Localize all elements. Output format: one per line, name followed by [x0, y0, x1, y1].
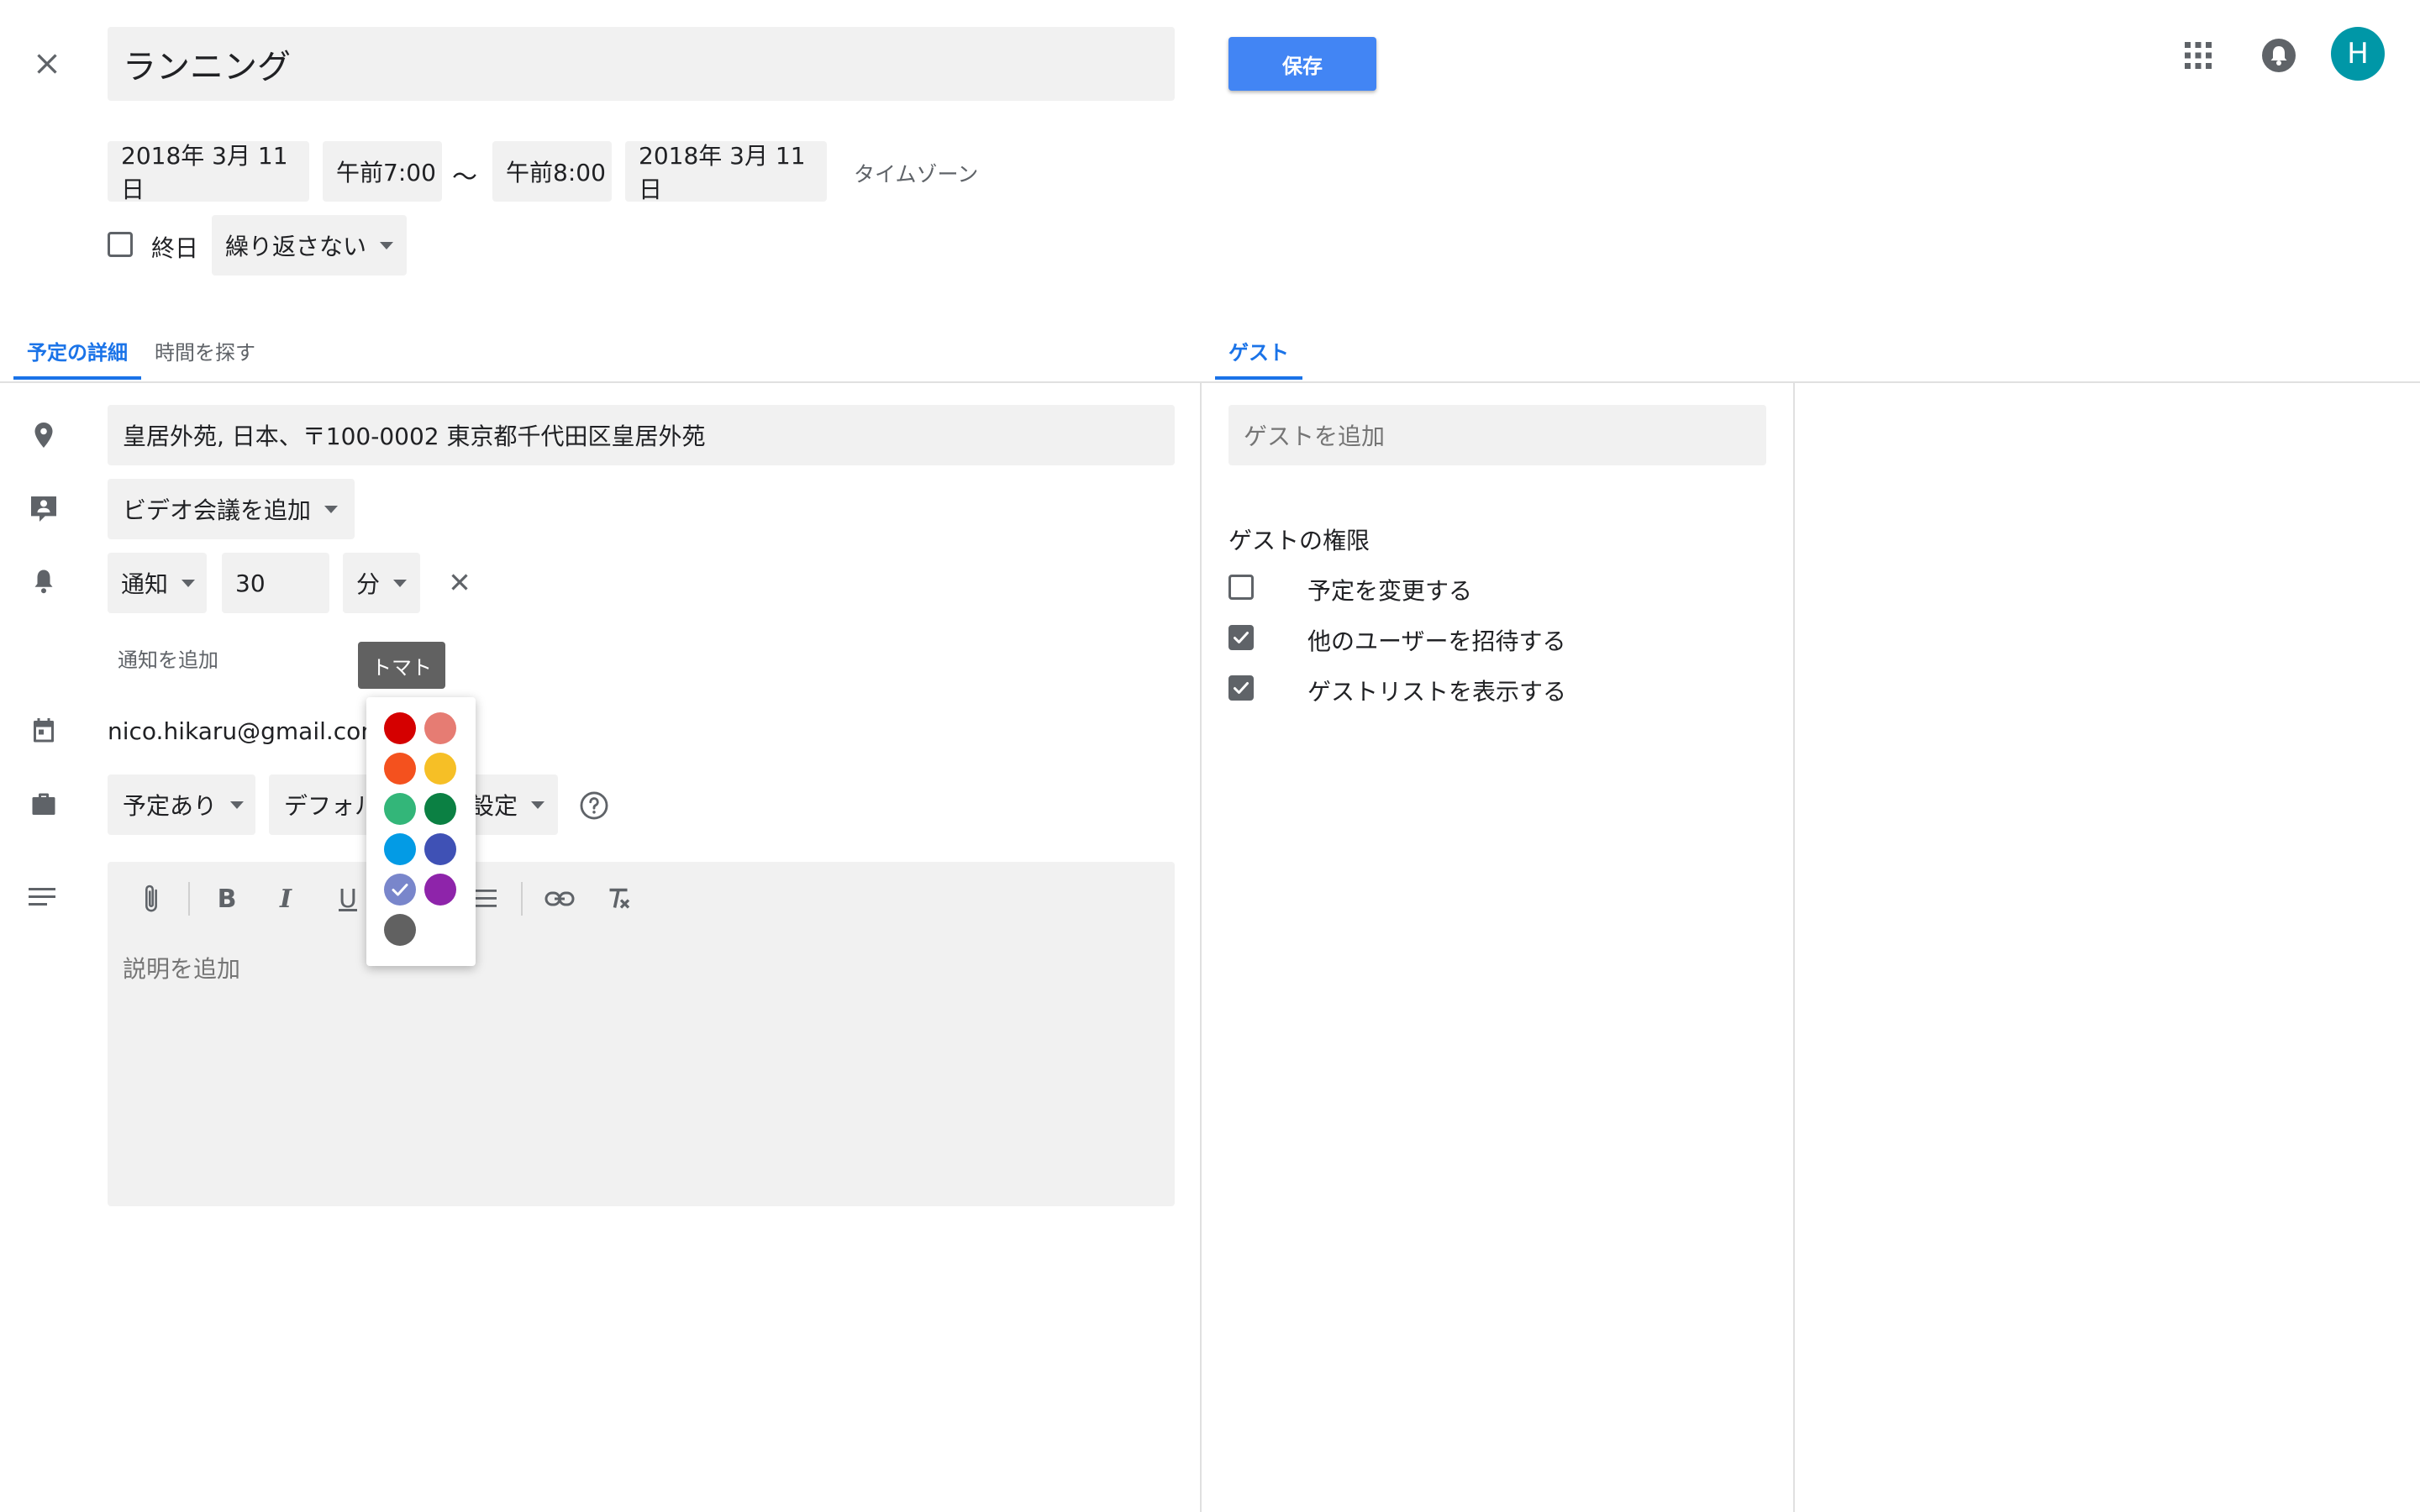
close-icon[interactable]: [32, 49, 62, 79]
italic-icon[interactable]: I: [267, 880, 304, 917]
video-conference-text: ビデオ会議を追加: [123, 496, 312, 524]
apps-grid-icon[interactable]: [2183, 40, 2213, 71]
color-swatch[interactable]: [384, 914, 416, 946]
color-swatch[interactable]: [384, 833, 416, 865]
guest-permissions-title: ゲストの権限: [1228, 527, 1370, 554]
start-time-text: 午前7:00: [336, 159, 436, 186]
tab-find-time[interactable]: 時間を探す: [155, 336, 255, 365]
permission-label: 予定を変更する: [1307, 577, 1473, 605]
attach-file-icon[interactable]: [133, 880, 170, 917]
notification-type-dropdown[interactable]: 通知: [108, 553, 207, 613]
chevron-down-icon: [531, 801, 544, 809]
notification-unit-dropdown[interactable]: 分: [343, 553, 420, 613]
color-swatch[interactable]: [424, 712, 456, 744]
insert-link-icon[interactable]: [541, 880, 578, 917]
notification-type-text: 通知: [121, 570, 169, 598]
chevron-down-icon: [230, 801, 245, 809]
start-time-field[interactable]: 午前7:00: [323, 141, 442, 202]
column-divider-left: [1200, 383, 1202, 1512]
clear-formatting-icon[interactable]: [600, 880, 637, 917]
start-date-text: 2018年 3月 11日: [121, 142, 288, 203]
save-button-label: 保存: [1282, 54, 1323, 78]
color-swatch[interactable]: [424, 753, 456, 785]
color-tooltip: トマト: [358, 642, 445, 689]
tab-guests[interactable]: ゲスト: [1228, 336, 1289, 365]
availability-text: 予定あり: [123, 792, 218, 820]
visibility-text-suffix: 設定: [470, 792, 518, 820]
briefcase-icon: [29, 790, 59, 820]
repeat-dropdown-text: 繰り返さない: [225, 233, 367, 260]
permission-checkbox[interactable]: [1228, 625, 1254, 650]
calendar-icon: [29, 716, 59, 746]
bold-icon[interactable]: B: [208, 880, 245, 917]
time-separator: 〜: [452, 163, 477, 192]
color-swatch[interactable]: [384, 712, 416, 744]
color-tooltip-text: トマト: [371, 655, 432, 680]
permission-label: 他のユーザーを招待する: [1307, 627, 1566, 655]
video-conference-dropdown[interactable]: ビデオ会議を追加: [108, 479, 355, 539]
add-guest-placeholder: ゲストを追加: [1244, 423, 1386, 450]
end-time-text: 午前8:00: [506, 159, 606, 186]
notification-value-input[interactable]: 30: [222, 553, 329, 613]
all-day-checkbox[interactable]: [108, 232, 133, 257]
underline-icon[interactable]: U: [329, 880, 366, 917]
all-day-label: 終日: [151, 234, 199, 262]
visibility-text-prefix: デフォル: [284, 792, 379, 820]
color-swatch[interactable]: [384, 874, 416, 906]
timezone-button[interactable]: タイムゾーン: [854, 158, 978, 188]
video-conference-icon: [27, 492, 60, 526]
color-picker-menu: [366, 697, 476, 966]
notifications-bell-icon[interactable]: [2260, 37, 2297, 74]
add-notification-link[interactable]: 通知を追加: [118, 643, 218, 673]
permission-checkbox[interactable]: [1228, 675, 1254, 701]
tab-active-indicator: [13, 376, 141, 380]
availability-dropdown[interactable]: 予定あり: [108, 774, 255, 835]
event-title-input[interactable]: ランニング: [108, 27, 1175, 101]
avatar-letter: H: [2347, 37, 2369, 71]
help-circle-icon[interactable]: [578, 790, 610, 822]
guests-tab-indicator: [1215, 376, 1302, 380]
checkmark-icon: [1234, 632, 1249, 643]
add-guest-input[interactable]: ゲストを追加: [1228, 405, 1766, 465]
toolbar-divider: [521, 882, 523, 916]
tab-event-details[interactable]: 予定の詳細: [27, 336, 128, 365]
location-text: 皇居外苑, 日本、〒100-0002 東京都千代田区皇居外苑: [123, 423, 706, 450]
column-divider-right: [1793, 383, 1795, 1512]
checkmark-icon: [1234, 682, 1249, 694]
bell-icon: [29, 566, 59, 596]
location-input[interactable]: 皇居外苑, 日本、〒100-0002 東京都千代田区皇居外苑: [108, 405, 1175, 465]
chevron-down-icon: [182, 579, 196, 587]
save-button[interactable]: 保存: [1228, 37, 1376, 91]
chevron-down-icon: [393, 579, 408, 587]
notification-unit-text: 分: [356, 570, 381, 598]
permission-label: ゲストリストを表示する: [1307, 678, 1567, 706]
color-swatch[interactable]: [424, 833, 456, 865]
checkmark-icon: [392, 884, 408, 896]
permission-checkbox[interactable]: [1228, 575, 1254, 600]
account-avatar[interactable]: H: [2331, 27, 2385, 81]
color-swatch[interactable]: [384, 753, 416, 785]
end-date-text: 2018年 3月 11日: [639, 142, 806, 203]
chevron-down-icon: [380, 241, 394, 249]
chevron-down-icon: [324, 505, 339, 513]
color-swatch[interactable]: [384, 793, 416, 825]
end-time-field[interactable]: 午前8:00: [492, 141, 612, 202]
notification-value-text: 30: [235, 569, 266, 597]
remove-notification-icon[interactable]: [445, 568, 474, 596]
tabs-divider: [0, 381, 2420, 383]
color-swatch[interactable]: [424, 793, 456, 825]
event-title-text: ランニング: [123, 48, 291, 87]
location-pin-icon: [29, 420, 59, 450]
start-date-field[interactable]: 2018年 3月 11日: [108, 141, 309, 203]
repeat-dropdown[interactable]: 繰り返さない: [212, 215, 407, 276]
color-swatch[interactable]: [424, 874, 456, 906]
calendar-owner-email: nico.hikaru@gmail.com: [108, 717, 384, 745]
end-date-field[interactable]: 2018年 3月 11日: [625, 141, 827, 203]
description-lines-icon: [27, 884, 59, 911]
toolbar-divider: [188, 882, 190, 916]
description-placeholder: 説明を追加: [123, 955, 241, 983]
